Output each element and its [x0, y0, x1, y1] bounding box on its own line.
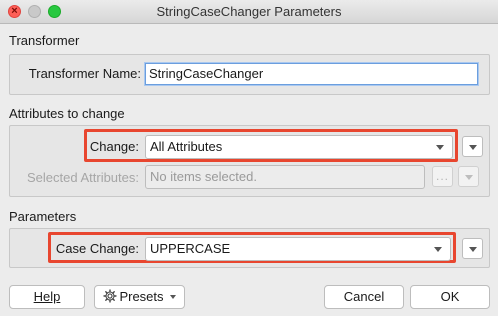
- selected-attributes-label: Selected Attributes:: [26, 170, 139, 185]
- presets-button-label: Presets: [119, 289, 164, 304]
- selected-attributes-field[interactable]: No items selected.: [145, 165, 425, 189]
- change-menu-button[interactable]: [462, 136, 483, 157]
- help-button[interactable]: Help: [9, 285, 85, 309]
- section-title-transformer: Transformer: [9, 33, 80, 48]
- case-change-label: Case Change:: [55, 241, 139, 256]
- caret-down-icon: [169, 295, 176, 299]
- cancel-button-label: Cancel: [343, 289, 385, 304]
- change-dropdown-value: All Attributes: [150, 139, 223, 154]
- gear-icon: [103, 289, 118, 303]
- case-change-dropdown-value: UPPERCASE: [150, 241, 231, 256]
- ellipsis-icon: ...: [435, 169, 449, 183]
- chevron-down-icon: [436, 145, 444, 150]
- chevron-down-icon: [469, 145, 477, 150]
- case-change-menu-button[interactable]: [462, 238, 483, 259]
- transformer-name-label: Transformer Name:: [28, 66, 141, 81]
- section-title-attributes: Attributes to change: [9, 106, 125, 121]
- selected-attributes-menu-button[interactable]: [458, 166, 479, 187]
- help-button-label: Help: [33, 289, 61, 304]
- cancel-button[interactable]: Cancel: [324, 285, 404, 309]
- chevron-down-icon: [469, 247, 477, 252]
- change-dropdown[interactable]: All Attributes: [145, 135, 453, 159]
- chevron-down-icon: [434, 247, 442, 252]
- chevron-down-icon: [465, 175, 473, 180]
- presets-button[interactable]: Presets: [94, 285, 185, 309]
- change-label: Change:: [89, 139, 139, 154]
- transformer-name-input[interactable]: StringCaseChanger: [145, 63, 478, 85]
- ok-button-label: OK: [440, 289, 460, 304]
- case-change-dropdown[interactable]: UPPERCASE: [145, 237, 451, 261]
- window-title: StringCaseChanger Parameters: [156, 4, 342, 19]
- selected-attributes-placeholder: No items selected.: [150, 169, 257, 184]
- selected-attributes-ellipsis-button[interactable]: ...: [432, 166, 453, 187]
- title-bar: × StringCaseChanger Parameters: [0, 0, 498, 24]
- ok-button[interactable]: OK: [410, 285, 490, 309]
- section-title-parameters: Parameters: [9, 209, 77, 224]
